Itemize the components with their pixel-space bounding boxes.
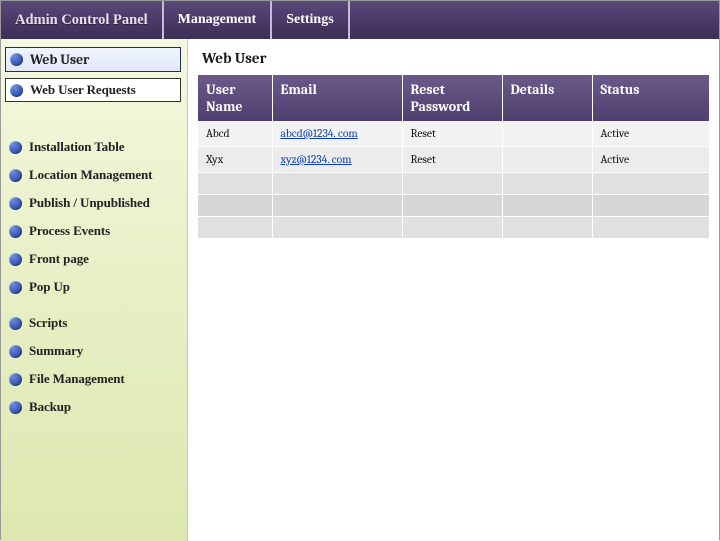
web-user-table: User Name Email Reset Password Details S… (198, 75, 709, 239)
cell-status: Active (592, 121, 709, 147)
sidebar-item-web-user-requests[interactable]: Web User Requests (5, 78, 181, 102)
sidebar-item-label: Publish / Unpublished (29, 195, 150, 211)
bullet-icon (10, 84, 23, 97)
bullet-icon (9, 141, 22, 154)
bullet-icon (9, 401, 22, 414)
col-header-details: Details (502, 75, 592, 121)
table-row-empty (198, 217, 709, 239)
bullet-icon (10, 53, 23, 66)
sidebar-item-installation-table[interactable]: Installation Table (5, 136, 181, 158)
cell-reset[interactable]: Reset (402, 121, 502, 147)
bullet-icon (9, 253, 22, 266)
bullet-icon (9, 169, 22, 182)
sidebar-item-label: Summary (29, 343, 83, 359)
bullet-icon (9, 197, 22, 210)
bullet-icon (9, 345, 22, 358)
col-header-reset: Reset Password (402, 75, 502, 121)
sidebar-item-label: Web User Requests (30, 82, 136, 98)
sidebar-item-label: Web User (30, 51, 89, 68)
sidebar-item-publish-unpublished[interactable]: Publish / Unpublished (5, 192, 181, 214)
cell-user: Abcd (198, 121, 272, 147)
page-title: Web User (202, 49, 709, 67)
bullet-icon (9, 281, 22, 294)
main-content: Web User User Name Email Reset Password … (188, 39, 719, 541)
sidebar-item-label: Pop Up (29, 279, 70, 295)
sidebar-item-label: File Management (29, 371, 125, 387)
table-row[interactable]: Abcd abcd@1234. com Reset Active (198, 121, 709, 147)
email-link[interactable]: xyz@1234. com (281, 153, 352, 166)
table-row-empty (198, 173, 709, 195)
app-title: Admin Control Panel (1, 1, 164, 39)
sidebar-item-backup[interactable]: Backup (5, 396, 181, 418)
app-header: Admin Control Panel Management Settings (1, 1, 719, 39)
bullet-icon (9, 317, 22, 330)
cell-email[interactable]: abcd@1234. com (272, 121, 402, 147)
table-row[interactable]: Xyx xyz@1234. com Reset Active (198, 147, 709, 173)
sidebar-item-label: Scripts (29, 315, 67, 331)
sidebar-item-process-events[interactable]: Process Events (5, 220, 181, 242)
sidebar-item-web-user[interactable]: Web User (5, 47, 181, 72)
cell-reset[interactable]: Reset (402, 147, 502, 173)
sidebar-item-label: Location Management (29, 167, 152, 183)
sidebar-item-summary[interactable]: Summary (5, 340, 181, 362)
email-link[interactable]: abcd@1234. com (281, 127, 358, 140)
sidebar-item-front-page[interactable]: Front page (5, 248, 181, 270)
cell-details[interactable] (502, 121, 592, 147)
bullet-icon (9, 373, 22, 386)
sidebar-item-label: Process Events (29, 223, 110, 239)
sidebar-item-label: Installation Table (29, 139, 124, 155)
sidebar-item-label: Backup (29, 399, 71, 415)
sidebar-item-file-management[interactable]: File Management (5, 368, 181, 390)
col-header-status: Status (592, 75, 709, 121)
tab-management[interactable]: Management (164, 1, 273, 39)
col-header-email: Email (272, 75, 402, 121)
col-header-user: User Name (198, 75, 272, 121)
table-row-empty (198, 195, 709, 217)
sidebar-item-location-management[interactable]: Location Management (5, 164, 181, 186)
cell-email[interactable]: xyz@1234. com (272, 147, 402, 173)
cell-status: Active (592, 147, 709, 173)
sidebar-item-scripts[interactable]: Scripts (5, 312, 181, 334)
bullet-icon (9, 225, 22, 238)
tab-settings[interactable]: Settings (272, 1, 349, 39)
sidebar-item-pop-up[interactable]: Pop Up (5, 276, 181, 298)
cell-user: Xyx (198, 147, 272, 173)
sidebar-item-label: Front page (29, 251, 89, 267)
cell-details[interactable] (502, 147, 592, 173)
sidebar: Web User Web User Requests Installation … (1, 39, 188, 541)
